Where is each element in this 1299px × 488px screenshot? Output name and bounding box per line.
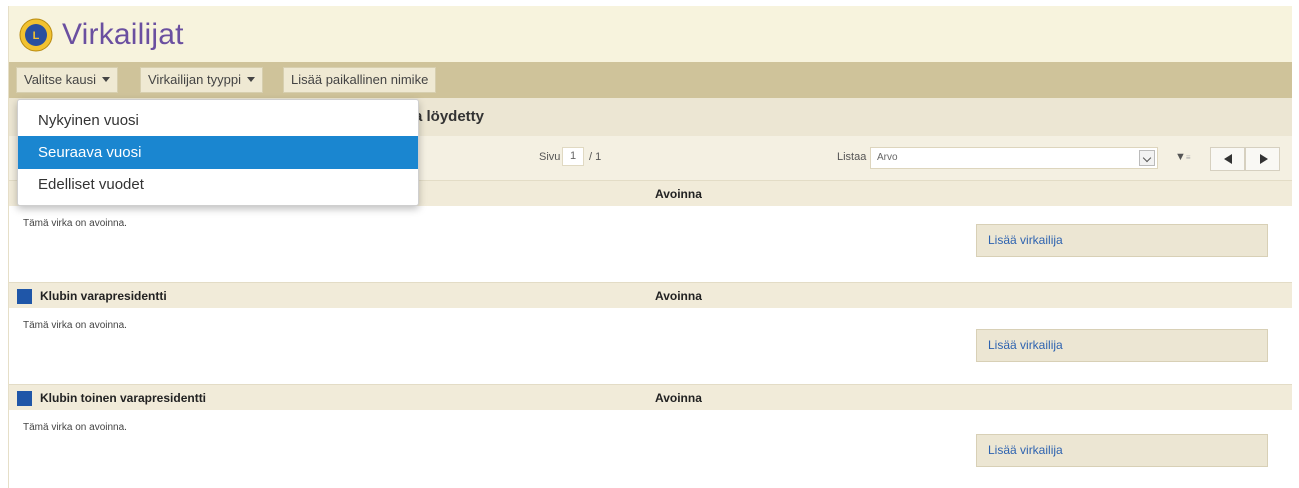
sort-direction-icon[interactable]: ▼≡ xyxy=(1175,151,1191,163)
add-local-title-button[interactable]: Lisää paikallinen nimike xyxy=(283,67,437,93)
officer-status: Avoinna xyxy=(655,289,702,303)
sort-label: Listaa xyxy=(837,151,867,163)
officer-section-header: Klubin toinen varapresidentti Avoinna xyxy=(9,384,1292,410)
add-officer-button[interactable]: Lisää virkailija xyxy=(976,434,1268,467)
page-title: Virkailijat xyxy=(62,18,184,51)
arrow-right-icon xyxy=(1260,154,1268,164)
add-officer-button[interactable]: Lisää virkailija xyxy=(976,224,1268,257)
officer-position-title: Klubin toinen varapresidentti xyxy=(40,391,207,405)
officer-section-header: Klubin varapresidentti Avoinna xyxy=(9,282,1292,308)
add-officer-button[interactable]: Lisää virkailija xyxy=(976,329,1268,362)
results-count-text: a löydetty xyxy=(414,108,485,125)
previous-page-button[interactable] xyxy=(1210,147,1245,171)
page-header: L Virkailijat xyxy=(9,6,1292,62)
page-number-input[interactable]: 1 xyxy=(562,147,584,166)
section-marker-icon xyxy=(17,289,32,304)
officer-section-body: Tämä virka on avoinna. Lisää virkailija xyxy=(9,206,1292,282)
svg-text:L: L xyxy=(33,30,40,42)
officer-section-body: Tämä virka on avoinna. Lisää virkailija xyxy=(9,410,1292,488)
officer-status: Avoinna xyxy=(655,391,702,405)
arrow-left-icon xyxy=(1224,154,1232,164)
chevron-down-icon xyxy=(246,77,255,83)
page-label: Sivu xyxy=(539,151,561,163)
sort-select-value: Arvo xyxy=(877,152,898,163)
vacancy-text: Tämä virka on avoinna. xyxy=(23,218,127,229)
page-total: / 1 xyxy=(589,151,602,163)
vacancy-text: Tämä virka on avoinna. xyxy=(23,320,127,331)
section-marker-icon xyxy=(17,391,32,406)
officer-section-body: Tämä virka on avoinna. Lisää virkailija xyxy=(9,308,1292,384)
toolbar: Valitse kausi Virkailijan tyyppi Lisää p… xyxy=(9,62,1292,98)
officer-position-title: Klubin varapresidentti xyxy=(40,289,167,303)
vacancy-text: Tämä virka on avoinna. xyxy=(23,422,127,433)
lions-logo-icon: L xyxy=(19,18,53,52)
chevron-down-icon xyxy=(102,77,111,83)
sort-select[interactable]: Arvo xyxy=(870,147,1158,169)
next-page-button[interactable] xyxy=(1245,147,1280,171)
menu-item-previous-years[interactable]: Edelliset vuodet xyxy=(18,168,418,201)
menu-item-next-year[interactable]: Seuraava vuosi xyxy=(18,136,418,169)
season-dropdown-label: Valitse kausi xyxy=(24,72,97,87)
officer-status: Avoinna xyxy=(655,187,702,201)
season-dropdown-button[interactable]: Valitse kausi xyxy=(16,67,119,93)
officer-type-dropdown-label: Virkailijan tyyppi xyxy=(148,72,241,87)
menu-item-current-year[interactable]: Nykyinen vuosi xyxy=(18,104,418,137)
page-frame: L Virkailijat Valitse kausi Virkailijan … xyxy=(8,6,1292,488)
officer-type-dropdown-button[interactable]: Virkailijan tyyppi xyxy=(140,67,263,93)
chevron-down-icon[interactable] xyxy=(1139,150,1155,166)
season-dropdown-menu: Nykyinen vuosi Seuraava vuosi Edelliset … xyxy=(17,99,419,206)
